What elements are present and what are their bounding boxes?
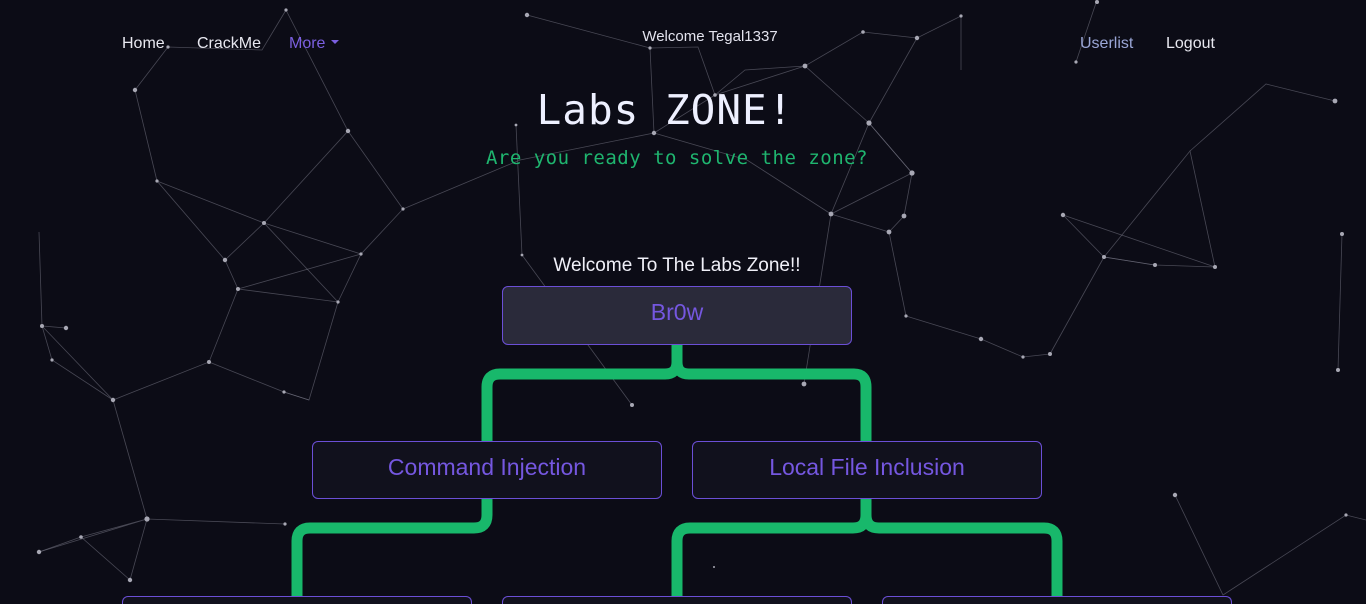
top-navbar: Home CrackMe More Welcome Tegal1337 User…: [0, 0, 1366, 88]
lab-node-root[interactable]: Br0w: [502, 286, 852, 345]
welcome-user-text: Welcome Tegal1337: [642, 28, 778, 45]
nav-userlist-link[interactable]: Userlist: [1080, 35, 1133, 53]
lab-node-label: Local File Inclusion: [769, 454, 965, 480]
page: Home CrackMe More Welcome Tegal1337 User…: [0, 0, 1366, 604]
lab-node-level2-left[interactable]: [122, 596, 472, 604]
page-subtitle: Are you ready to solve the zone?: [485, 147, 869, 169]
nav-logout-link[interactable]: Logout: [1166, 35, 1215, 53]
lab-node-label: Command Injection: [387, 454, 587, 480]
labs-intro-text: Welcome To The Labs Zone!!: [553, 255, 801, 276]
lab-node-level2-middle[interactable]: [502, 596, 852, 604]
lab-node-level2-right[interactable]: [882, 596, 1232, 604]
page-title: Labs ZONE!: [536, 86, 794, 134]
lab-node-local-file-inclusion[interactable]: Local File Inclusion: [692, 441, 1042, 499]
lab-node-command-injection[interactable]: Command Injection: [312, 441, 662, 499]
lab-node-root-label: Br0w: [650, 299, 704, 325]
